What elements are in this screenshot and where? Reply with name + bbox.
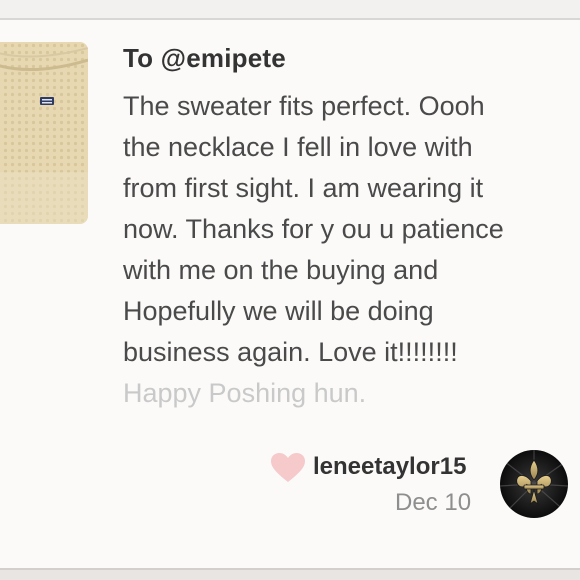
- message-line-faded: Happy Poshing hun.: [123, 378, 367, 408]
- recipient-heading: To @emipete: [123, 43, 286, 73]
- author-username[interactable]: leneetaylor15: [313, 453, 466, 481]
- message-line: Hopefully we will be doing: [123, 296, 434, 326]
- message-line: the necklace I fell in love with: [123, 132, 473, 162]
- review-screen: To @emipete The sweater fits perfect. Oo…: [0, 0, 580, 580]
- message-line: business again. Love it!!!!!!!!: [123, 337, 458, 367]
- sweater-image: [0, 42, 88, 224]
- heart-icon[interactable]: [270, 452, 306, 484]
- review-date: Dec 10: [395, 489, 472, 516]
- author-avatar[interactable]: [500, 450, 568, 518]
- bottom-divider: [0, 568, 580, 580]
- message-line: from first sight. I am wearing it: [123, 173, 484, 203]
- product-thumbnail[interactable]: [0, 42, 88, 224]
- review-message: The sweater fits perfect. Oooh the neckl…: [123, 86, 575, 414]
- message-line: The sweater fits perfect. Oooh: [123, 91, 485, 121]
- message-line: with me on the buying and: [123, 255, 439, 285]
- message-line: now. Thanks for y ou u patience: [123, 214, 504, 244]
- fleur-de-lis-icon: [500, 450, 568, 518]
